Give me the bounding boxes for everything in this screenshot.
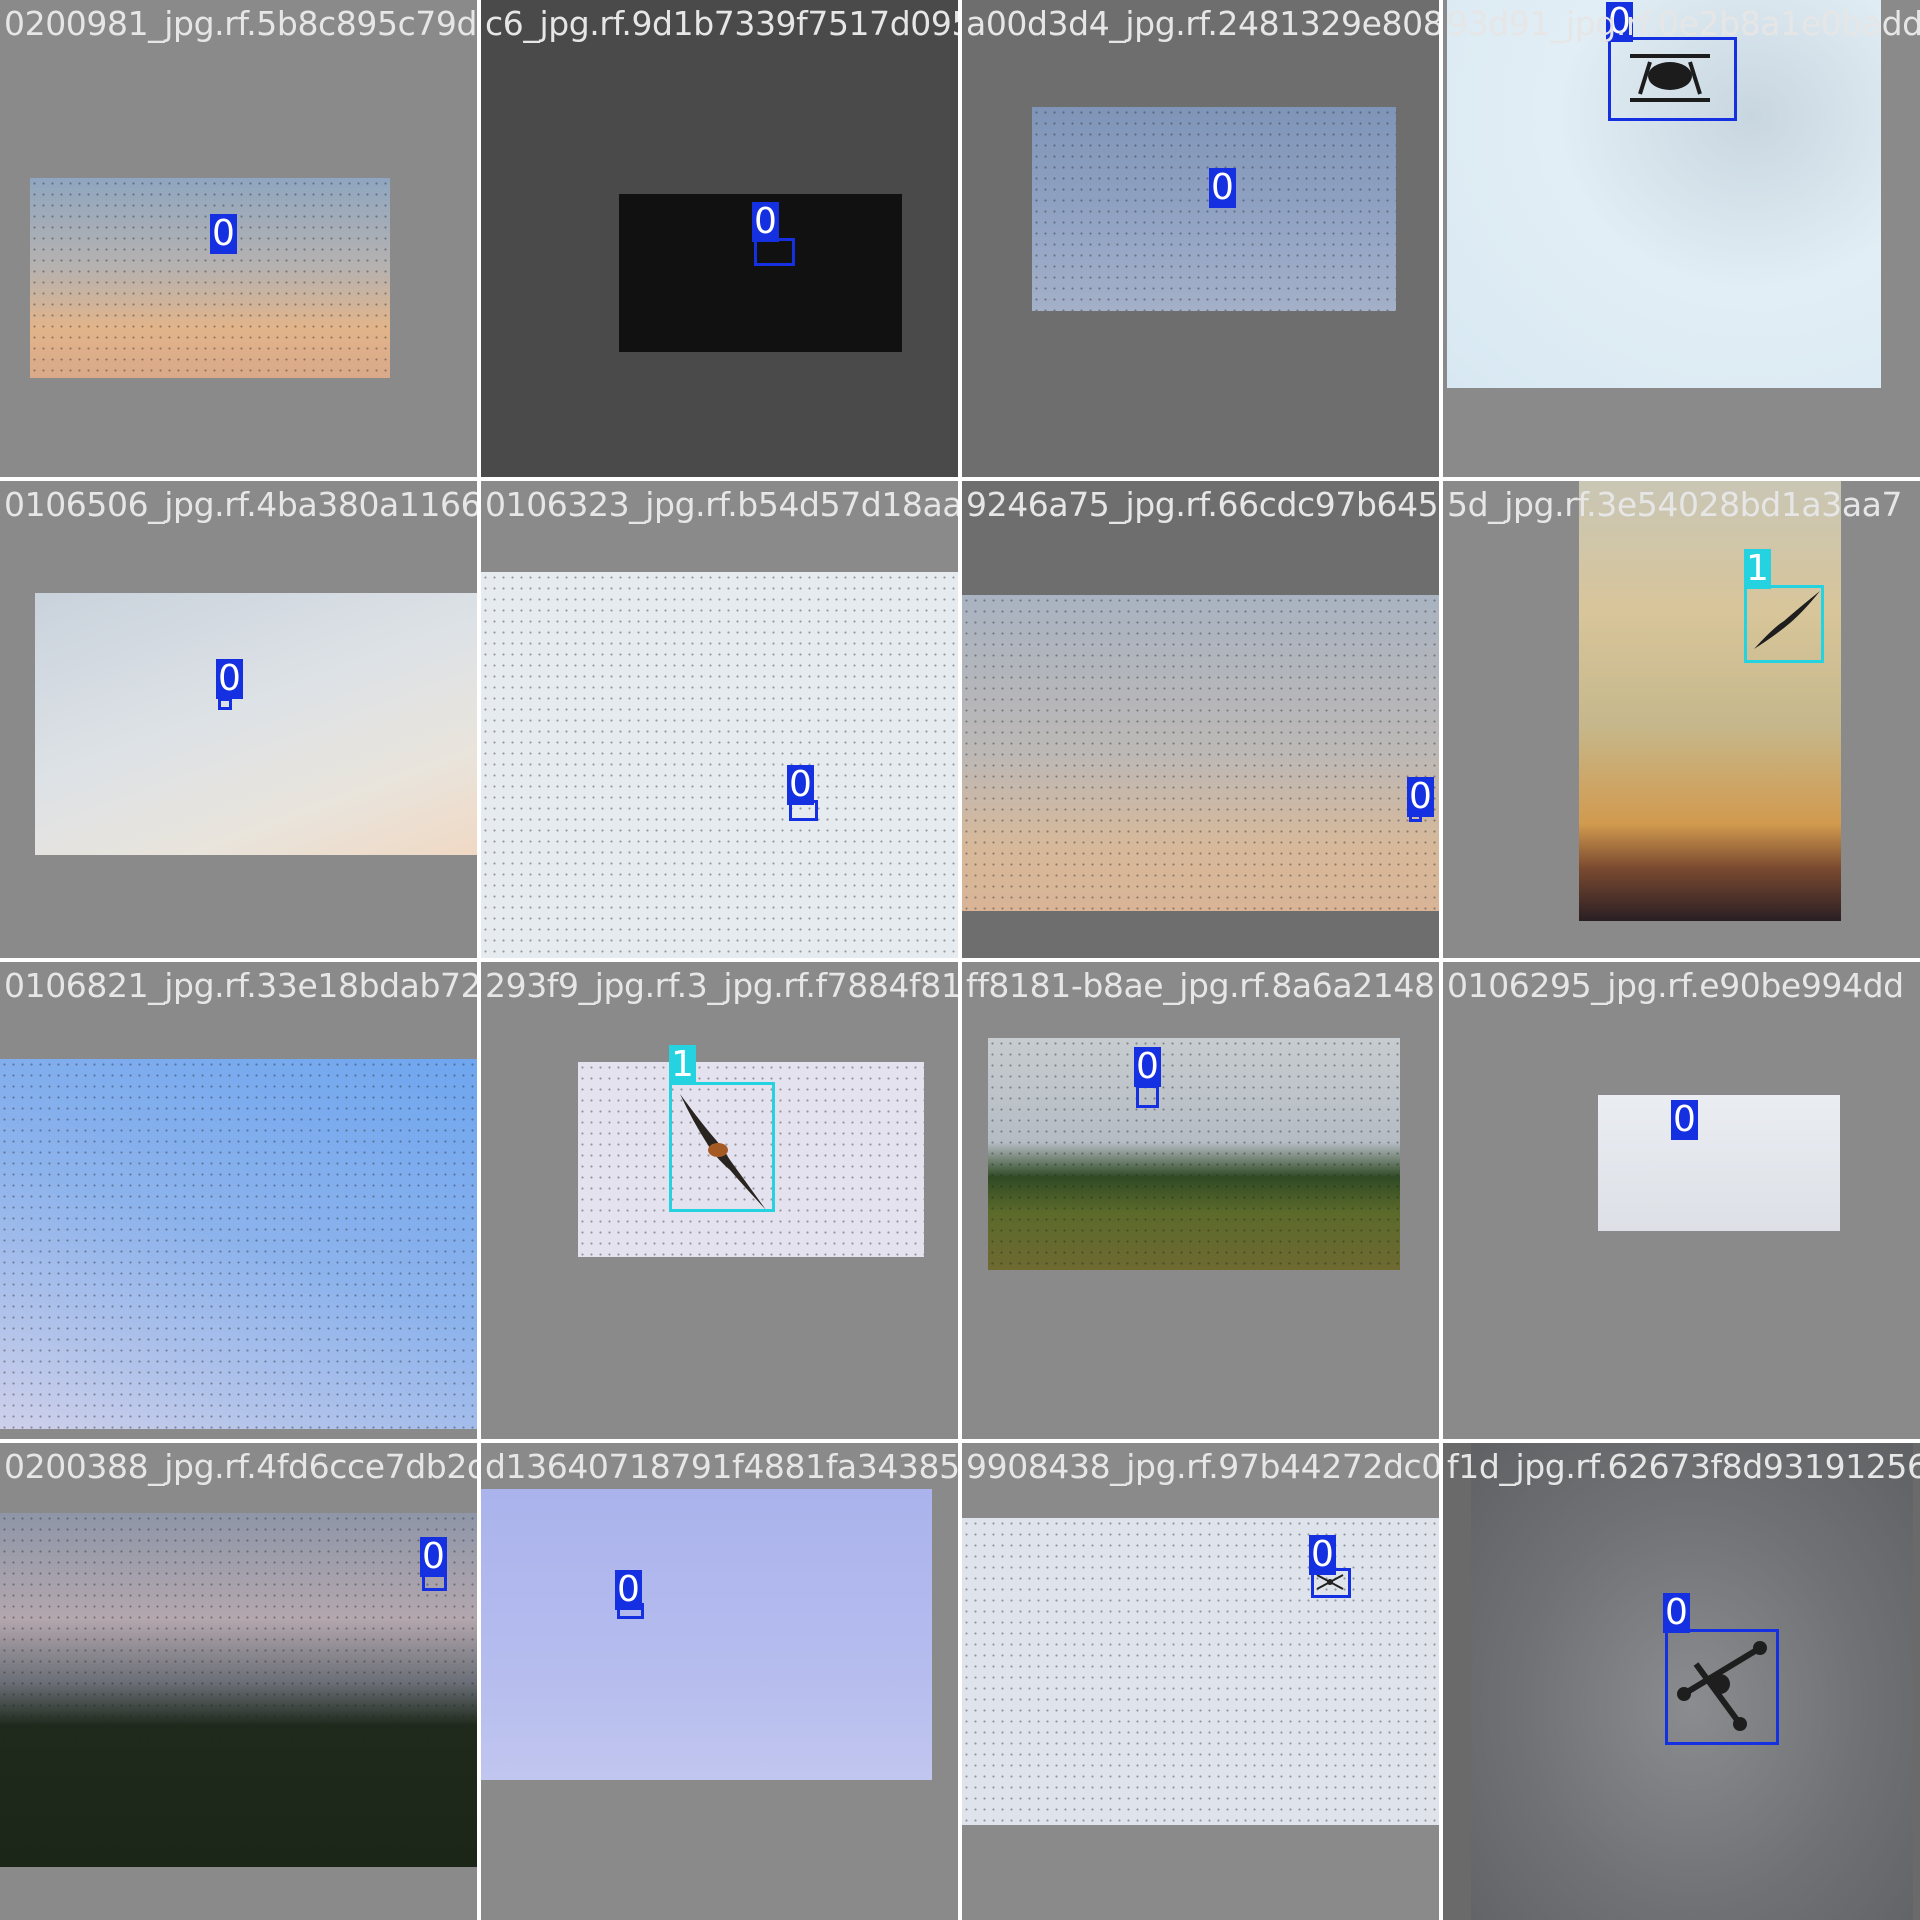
sunset-photo — [1579, 481, 1841, 921]
class-label-0: 0 — [210, 213, 237, 254]
tile-filename: 293f9_jpg.rf.3_jpg.rf.f7884f8181 — [485, 966, 958, 1005]
drone-bounding-box — [218, 698, 232, 710]
tile-filename: 0106295_jpg.rf.e90be994dd — [1447, 966, 1904, 1005]
tile-7[interactable]: 0 9246a75_jpg.rf.66cdc97b6455b39e — [962, 481, 1439, 958]
tile-filename: 9246a75_jpg.rf.66cdc97b6455b39e — [966, 485, 1439, 524]
tile-filename: 0200981_jpg.rf.5b8c895c79d6f619 — [4, 4, 477, 43]
mosaic-grid: 0 0200981_jpg.rf.5b8c895c79d6f619 0 c6_j… — [0, 0, 1920, 1920]
tile-12[interactable]: 0 0106295_jpg.rf.e90be994dd — [1443, 962, 1920, 1439]
tile-5[interactable]: 0 0106506_jpg.rf.4ba380a11660063234 — [0, 481, 477, 958]
tile-10[interactable]: 1 293f9_jpg.rf.3_jpg.rf.f7884f8181 — [481, 962, 958, 1439]
tile-4[interactable]: 0 93d91_jpg.rf.0e2b8a1e0badde2b — [1443, 0, 1920, 477]
tile-filename: c6_jpg.rf.9d1b7339f7517d095a6063d4 — [485, 4, 958, 43]
sky-photo — [35, 593, 477, 855]
sky-photo — [962, 595, 1439, 911]
sky-photo — [962, 1518, 1439, 1825]
class-label-0: 0 — [1309, 1534, 1336, 1575]
tile-3[interactable]: 0 a00d3d4_jpg.rf.2481329e808621 — [962, 0, 1439, 477]
bird-bounding-box — [1744, 585, 1824, 663]
tile-2[interactable]: 0 c6_jpg.rf.9d1b7339f7517d095a6063d4 — [481, 0, 958, 477]
class-label-0: 0 — [1407, 776, 1434, 817]
tile-9[interactable]: 0106821_jpg.rf.33e18bdab7293f9 — [0, 962, 477, 1439]
tile-15[interactable]: 0 9908438_jpg.rf.97b44272dc0 — [962, 1443, 1439, 1920]
tile-6[interactable]: 0 0106323_jpg.rf.b54d57d18aa9246a75 — [481, 481, 958, 958]
bird-bounding-box — [669, 1082, 775, 1212]
sky-photo — [481, 1489, 932, 1780]
class-label-0: 0 — [1134, 1046, 1161, 1087]
tile-filename: d13640718791f4881fa343859 — [485, 1447, 958, 1486]
class-label-1: 1 — [669, 1044, 696, 1085]
tile-11[interactable]: 0 ff8181-b8ae_jpg.rf.8a6a2148 — [962, 962, 1439, 1439]
tile-1[interactable]: 0 0200981_jpg.rf.5b8c895c79d6f619 — [0, 0, 477, 477]
class-label-0: 0 — [752, 201, 779, 242]
tile-filename: 0106323_jpg.rf.b54d57d18aa9246a75 — [485, 485, 958, 524]
sky-photo — [1032, 107, 1396, 311]
sky-photo — [1598, 1095, 1840, 1231]
class-label-0: 0 — [1209, 167, 1236, 208]
hillside-photo — [0, 1513, 477, 1867]
class-label-0: 0 — [615, 1569, 642, 1610]
drone-bounding-box — [1608, 37, 1737, 121]
drone-bounding-box — [754, 238, 795, 266]
drone-bounding-box — [1136, 1085, 1159, 1108]
class-label-0: 0 — [216, 658, 243, 699]
sky-photo — [0, 1059, 477, 1429]
sky-photo — [481, 572, 958, 958]
tile-14[interactable]: 0 d13640718791f4881fa343859 — [481, 1443, 958, 1920]
tile-13[interactable]: 0 0200388_jpg.rf.4fd6cce7db2d — [0, 1443, 477, 1920]
class-label-1: 1 — [1744, 548, 1771, 589]
tile-16[interactable]: 0 f1d_jpg.rf.62673f8d93191256 — [1443, 1443, 1920, 1920]
tile-filename: 9908438_jpg.rf.97b44272dc0 — [966, 1447, 1439, 1486]
field-photo — [988, 1038, 1400, 1270]
drone-bounding-box — [1665, 1629, 1779, 1745]
tile-filename: 0106506_jpg.rf.4ba380a11660063234 — [4, 485, 477, 524]
tile-filename: 0200388_jpg.rf.4fd6cce7db2d — [4, 1447, 477, 1486]
class-label-0: 0 — [1663, 1592, 1690, 1633]
sky-photo — [30, 178, 390, 378]
tile-filename: 0106821_jpg.rf.33e18bdab7293f9 — [4, 966, 477, 1005]
class-label-0: 0 — [787, 764, 814, 805]
tile-filename: a00d3d4_jpg.rf.2481329e808621 — [966, 4, 1439, 43]
class-label-0: 0 — [420, 1536, 447, 1577]
tile-8[interactable]: 1 5d_jpg.rf.3e54028bd1a3aa7 — [1443, 481, 1920, 958]
tile-filename: ff8181-b8ae_jpg.rf.8a6a2148 — [966, 966, 1435, 1005]
class-label-0: 0 — [1606, 1, 1633, 42]
class-label-0: 0 — [1671, 1099, 1698, 1140]
